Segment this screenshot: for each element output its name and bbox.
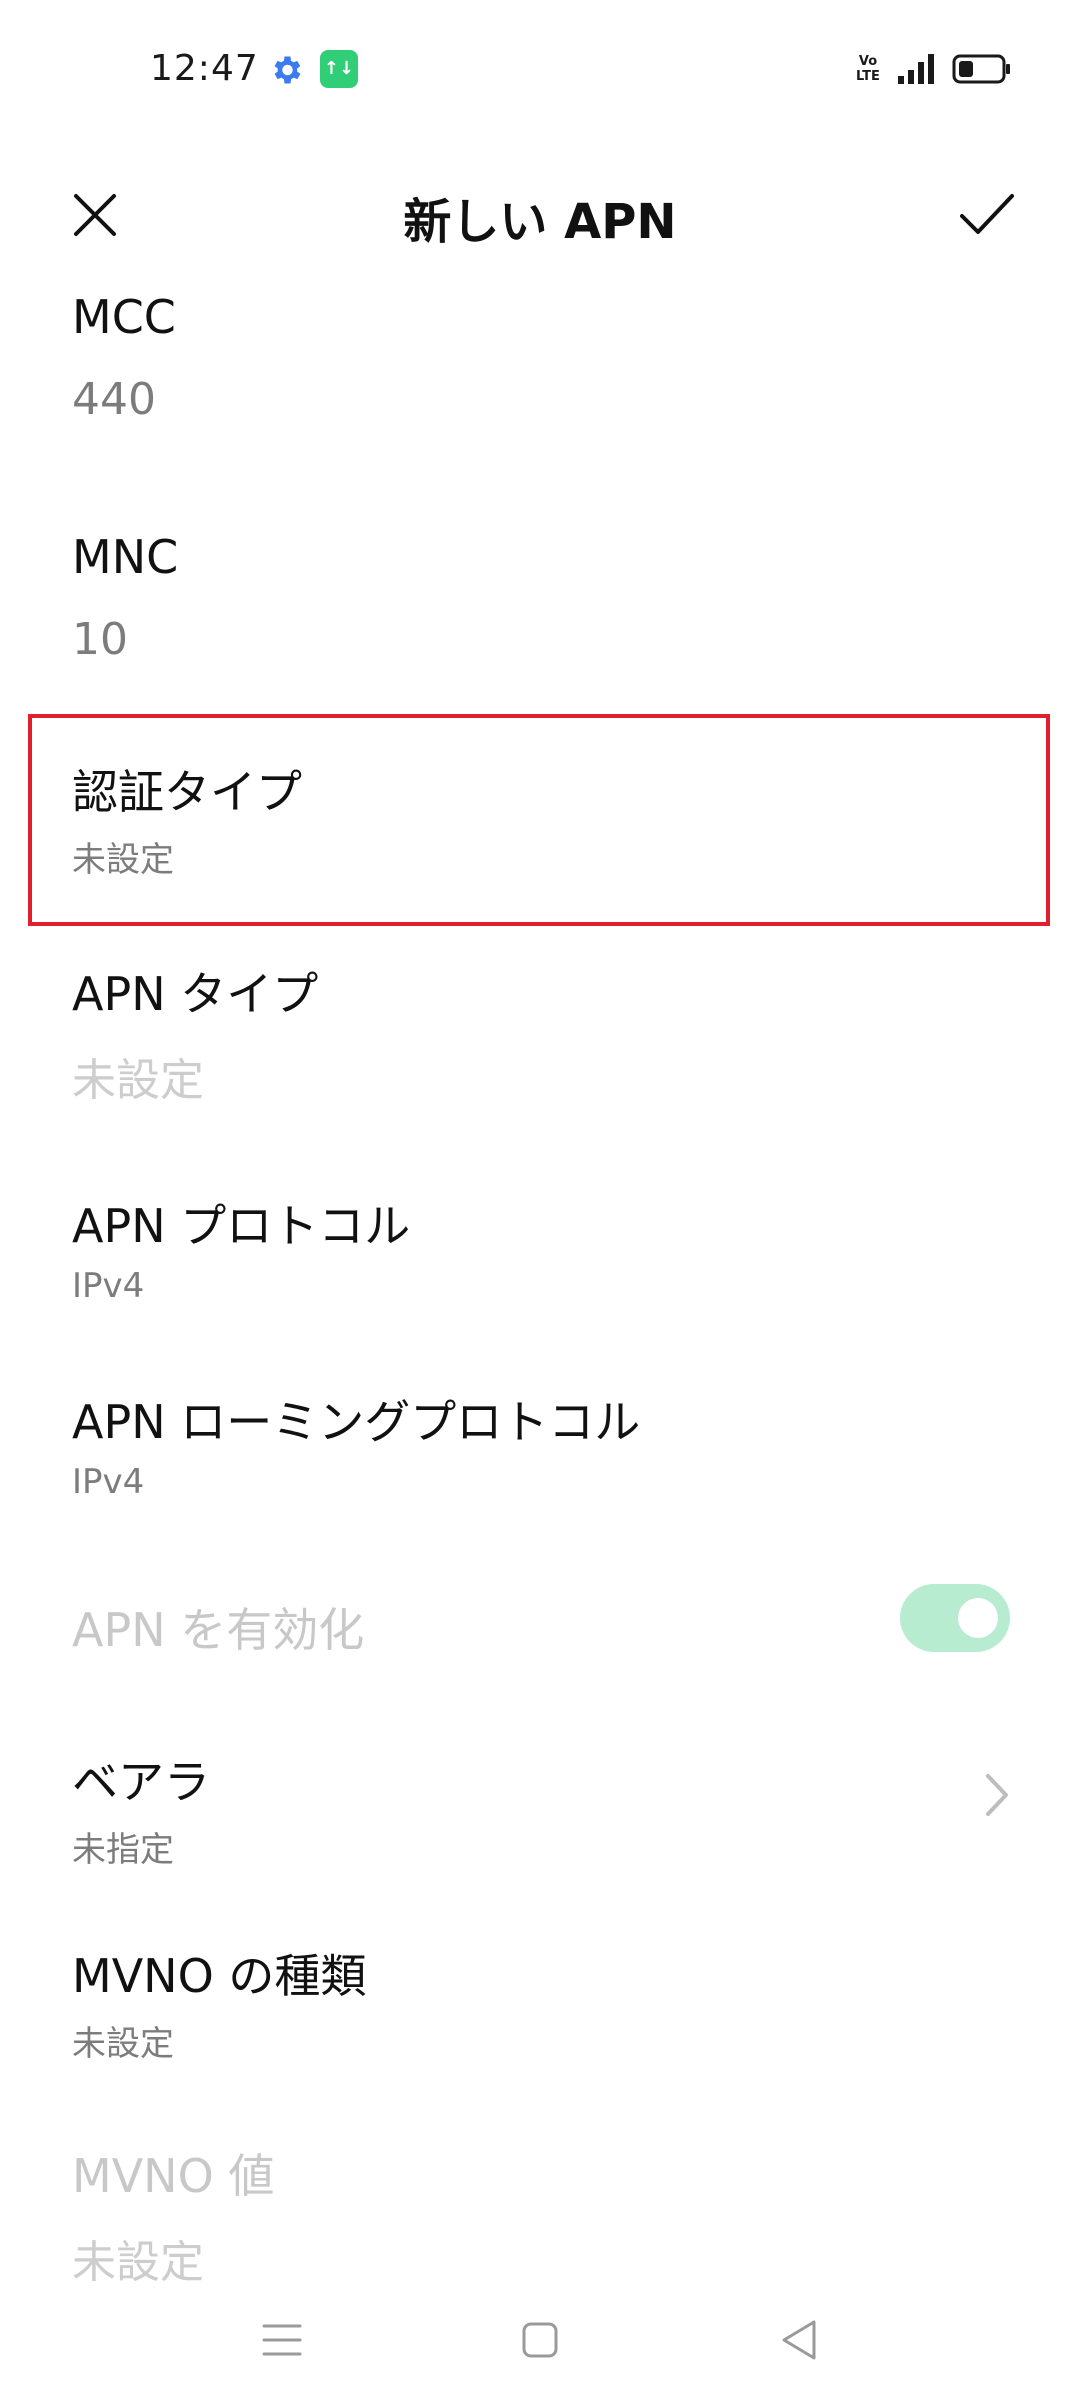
setting-label: APN ローミングプロトコル — [72, 1395, 641, 1449]
setting-label: 認証タイプ — [72, 765, 302, 819]
header: 新しい APN — [0, 160, 1080, 270]
navigation-bar — [0, 2270, 1080, 2400]
setting-apn-enable: APN を有効化 — [72, 1594, 1008, 1660]
setting-apn-type[interactable]: APN タイプ 未設定 — [72, 958, 1008, 1108]
signal-icon — [898, 54, 934, 84]
setting-mvno-value[interactable]: MVNO 値 未設定 — [72, 2140, 1008, 2290]
volte-icon: Vo LTE — [856, 54, 880, 84]
setting-label: APN を有効化 — [72, 1603, 365, 1657]
toggle-knob — [958, 1598, 998, 1638]
back-icon[interactable] — [770, 2310, 830, 2370]
setting-auth-type[interactable]: 認証タイプ 未設定 — [72, 756, 1008, 881]
setting-label: APN タイプ — [72, 967, 319, 1021]
battery-icon — [952, 54, 1010, 84]
setting-value: 未設定 — [72, 2024, 174, 2064]
apn-enable-toggle[interactable] — [900, 1584, 1010, 1652]
setting-apn-protocol[interactable]: APN プロトコル IPv4 — [72, 1190, 1008, 1306]
setting-apn-roaming-protocol[interactable]: APN ローミングプロトコル IPv4 — [72, 1386, 1008, 1502]
setting-label: APN プロトコル — [72, 1199, 411, 1253]
gear-icon — [274, 56, 301, 84]
setting-label: MVNO 値 — [72, 2149, 275, 2203]
setting-label: ベアラ — [72, 1755, 210, 1809]
status-bar: 12:47 ↑↓ Vo LTE — [0, 0, 1080, 140]
setting-value: 未指定 — [72, 1830, 174, 1870]
setting-value: 10 — [72, 614, 128, 665]
setting-value: 440 — [72, 374, 156, 425]
setting-value: 未設定 — [72, 1055, 204, 1106]
setting-label: MVNO の種類 — [72, 1949, 367, 2003]
setting-mnc[interactable]: MNC 10 — [72, 530, 1008, 665]
page-title: 新しい APN — [403, 194, 677, 250]
menu-icon[interactable] — [252, 2310, 312, 2370]
setting-value: IPv4 — [72, 1266, 145, 1306]
setting-mcc[interactable]: MCC 440 — [72, 290, 1008, 425]
setting-bearer[interactable]: ベアラ 未指定 — [72, 1746, 1008, 1871]
setting-label: MCC — [72, 290, 176, 344]
setting-label: MNC — [72, 530, 179, 584]
setting-mvno-type[interactable]: MVNO の種類 未設定 — [72, 1940, 1008, 2065]
checkmark-icon[interactable] — [958, 190, 1016, 240]
data-transfer-icon: ↑↓ — [320, 50, 358, 88]
setting-value: 未設定 — [72, 840, 174, 880]
setting-value: IPv4 — [72, 1462, 145, 1502]
chevron-right-icon[interactable] — [982, 1772, 1012, 1818]
home-icon[interactable] — [510, 2310, 570, 2370]
status-time: 12:47 — [150, 48, 259, 89]
